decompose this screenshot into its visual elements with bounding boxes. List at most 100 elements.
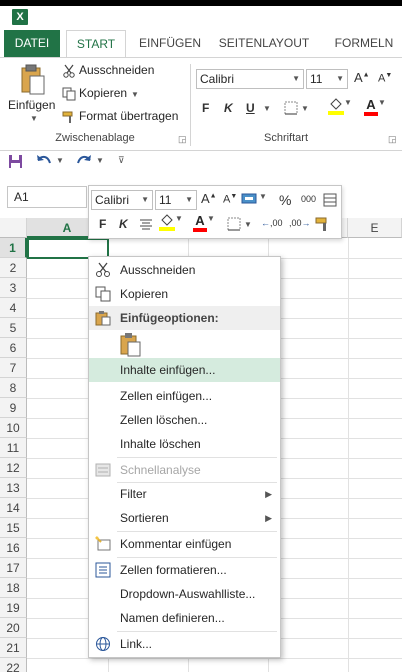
chevron-down-icon[interactable]: ▼ [56, 156, 64, 165]
chevron-down-icon[interactable]: ▼ [96, 156, 104, 165]
select-all-corner[interactable] [0, 218, 27, 238]
menu-item-copy[interactable]: Kopieren [89, 282, 280, 306]
quick-analysis-icon [95, 463, 111, 477]
menu-item-insert-comment[interactable]: Kommentar einfügen [89, 532, 280, 556]
mini-number-format-button[interactable]: ▼ [241, 192, 267, 209]
tab-formulas[interactable]: FORMELN [326, 30, 402, 57]
mini-increase-decimal-button[interactable]: ←,00 [261, 218, 283, 228]
row-header[interactable]: 17 [0, 558, 27, 578]
row-header[interactable]: 7 [0, 358, 27, 378]
row-header[interactable]: 16 [0, 538, 27, 558]
menu-item-link[interactable]: Link... [89, 632, 280, 656]
row-header[interactable]: 1 [0, 238, 27, 258]
paint-bucket-icon [159, 214, 175, 231]
mini-decrease-decimal-button[interactable]: ,00→ [289, 218, 311, 228]
menu-item-cut[interactable]: Ausschneiden [89, 258, 280, 282]
bold-button[interactable]: F [202, 101, 209, 115]
chevron-down-icon: ▼ [185, 195, 193, 204]
italic-button[interactable]: K [224, 101, 233, 115]
row-header[interactable]: 12 [0, 458, 27, 478]
menu-item-filter[interactable]: Filter ▶ [89, 482, 280, 506]
row-header[interactable]: 9 [0, 398, 27, 418]
cut-button[interactable]: Ausschneiden [62, 63, 154, 78]
tab-file[interactable]: DATEI [4, 30, 60, 57]
format-table-icon[interactable] [323, 193, 337, 207]
save-icon[interactable] [8, 154, 23, 169]
format-cells-icon [95, 562, 111, 578]
row-header[interactable]: 8 [0, 378, 27, 398]
shrink-font-button[interactable]: A▼ [378, 72, 392, 85]
menu-item-delete-cells[interactable]: Zellen löschen... [89, 408, 280, 432]
mini-bold-button[interactable]: F [99, 217, 106, 231]
row-header[interactable]: 2 [0, 258, 27, 278]
tab-page-layout[interactable]: SEITENLAYOUT [214, 30, 314, 57]
menu-item-paste-special[interactable]: Inhalte einfügen... [89, 358, 280, 382]
row-header[interactable]: 21 [0, 638, 27, 658]
copy-button[interactable]: Kopieren ▼ [62, 86, 139, 101]
borders-icon [284, 101, 298, 115]
paste-label: Einfügen [8, 98, 56, 112]
menu-item-label: Link... [120, 637, 153, 651]
mini-font-color-button[interactable]: A ▼ [193, 214, 215, 232]
row-header[interactable]: 4 [0, 298, 27, 318]
chevron-down-icon: ▼ [175, 214, 183, 223]
row-header[interactable]: 5 [0, 318, 27, 338]
row-header[interactable]: 13 [0, 478, 27, 498]
menu-item-dropdown-list[interactable]: Dropdown-Auswahlliste... [89, 582, 280, 606]
row-header[interactable]: 14 [0, 498, 27, 518]
underline-button[interactable]: U [246, 101, 255, 115]
row-header[interactable]: 10 [0, 418, 27, 438]
mini-percent-button[interactable]: % [279, 192, 291, 208]
tab-insert[interactable]: EINFÜGEN [132, 30, 208, 57]
mini-fill-color-button[interactable]: ▼ [159, 214, 183, 235]
fill-color-button[interactable]: ▼ [328, 98, 352, 119]
menu-item-clear-contents[interactable]: Inhalte löschen [89, 432, 280, 456]
row-header[interactable]: 11 [0, 438, 27, 458]
mini-font-color-label: A [193, 214, 207, 232]
redo-icon[interactable] [76, 154, 92, 168]
mini-shrink-font-button[interactable]: A▼ [223, 193, 237, 206]
undo-icon[interactable] [36, 154, 52, 168]
grid-line [27, 658, 402, 659]
dialog-launcher-icon[interactable]: ◲ [388, 134, 397, 145]
align-center-icon[interactable] [139, 218, 153, 232]
column-header-e[interactable]: E [348, 218, 402, 238]
row-header[interactable]: 19 [0, 598, 27, 618]
row-header[interactable]: 20 [0, 618, 27, 638]
submenu-arrow-icon: ▶ [265, 513, 272, 523]
menu-item-define-name[interactable]: Namen definieren... [89, 606, 280, 630]
mini-font-name-combo[interactable]: Calibri ▼ [91, 190, 153, 210]
font-size-combo[interactable]: 11 ▼ [306, 69, 348, 89]
tab-start[interactable]: START [66, 30, 126, 58]
row-header[interactable]: 6 [0, 338, 27, 358]
font-color-button[interactable]: A ▼ [364, 98, 386, 116]
borders-button[interactable]: ▼ [284, 100, 309, 115]
format-painter-button[interactable]: Format übertragen [62, 109, 178, 124]
grow-arrow-icon: ▲ [362, 71, 370, 79]
mini-grow-font-button[interactable]: A▲ [201, 191, 217, 206]
mini-thousands-button[interactable]: 000 [301, 194, 316, 204]
menu-item-format-cells[interactable]: Zellen formatieren... [89, 558, 280, 582]
customize-qat-icon[interactable]: ⊽ [118, 155, 125, 166]
menu-item-sort[interactable]: Sortieren ▶ [89, 506, 280, 530]
grow-font-button[interactable]: A▲ [354, 70, 370, 85]
mini-borders-button[interactable]: ▼ [227, 216, 252, 231]
name-box[interactable]: A1 [7, 186, 87, 208]
paintbrush-icon [62, 111, 73, 123]
paste-option-icon[interactable] [120, 333, 142, 357]
chevron-down-icon: ▼ [301, 104, 309, 113]
mini-font-size-combo[interactable]: 11 ▼ [155, 190, 197, 210]
menu-header-paste-options: Einfügeoptionen: [89, 306, 280, 330]
row-header[interactable]: 15 [0, 518, 27, 538]
dialog-launcher-icon[interactable]: ◲ [178, 134, 187, 145]
chevron-down-icon: ▼ [30, 114, 38, 123]
chevron-down-icon[interactable]: ▼ [263, 104, 271, 113]
quick-access-toolbar: ▼ ▼ ⊽ [0, 151, 402, 173]
font-name-combo[interactable]: Calibri ▼ [196, 69, 304, 89]
menu-item-insert-cells[interactable]: Zellen einfügen... [89, 384, 280, 408]
row-header[interactable]: 18 [0, 578, 27, 598]
mini-italic-button[interactable]: K [119, 217, 128, 231]
row-header[interactable]: 22 [0, 658, 27, 672]
row-header[interactable]: 3 [0, 278, 27, 298]
paintbrush-icon[interactable] [315, 216, 331, 232]
